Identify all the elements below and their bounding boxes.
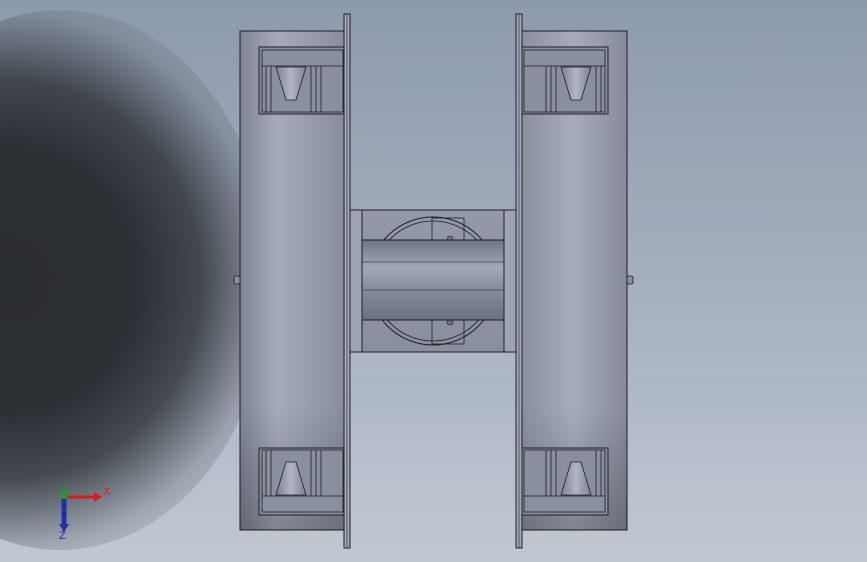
x-axis-label: X [103,486,111,498]
center-shaft[interactable] [361,239,505,321]
graphics-viewport[interactable]: X Y Z [0,0,867,562]
left-flange[interactable] [233,30,347,531]
cad-model[interactable] [0,0,867,562]
z-axis-label: Z [59,530,66,542]
left-bottom-pocket [258,447,346,516]
right-bottom-pocket [521,447,609,516]
left-top-pocket [258,46,346,115]
right-flange[interactable] [519,30,634,531]
left-stud [233,275,241,285]
right-plate[interactable] [515,13,523,549]
left-plate[interactable] [343,13,351,549]
right-collar [503,209,517,353]
right-top-pocket [521,46,609,115]
y-axis-label: Y [59,486,66,497]
left-collar [349,209,363,353]
right-stud [626,275,634,285]
